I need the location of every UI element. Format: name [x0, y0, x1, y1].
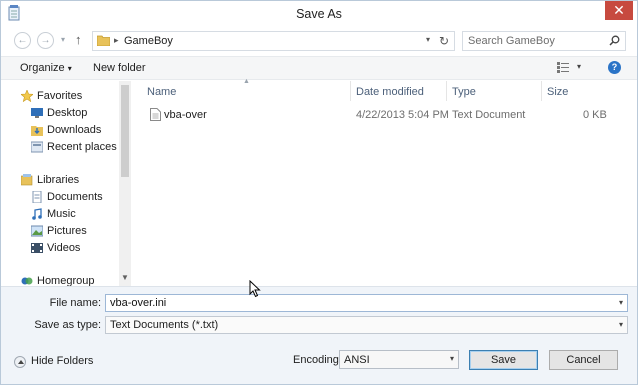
refresh-icon[interactable]: ↻ [439, 34, 449, 48]
organize-label: Organize [20, 62, 65, 74]
scrollbar-thumb[interactable] [121, 85, 129, 177]
column-header-name[interactable]: Name [147, 86, 176, 98]
date-modified-cell: 4/22/2013 5:04 PM [356, 109, 449, 121]
nav-item-label: Documents [47, 191, 103, 203]
sort-ascending-icon: ▲ [243, 78, 250, 85]
close-icon: ✕ [613, 2, 625, 18]
window-title: Save As [296, 7, 342, 21]
up-arrow-icon[interactable]: ↑ [75, 32, 82, 47]
star-icon [21, 90, 33, 102]
file-name-label: File name: [49, 297, 101, 309]
command-bar: Organize ▾ New folder ▾ ? [1, 56, 637, 80]
back-arrow-icon: ← [17, 35, 28, 46]
column-divider[interactable] [541, 81, 542, 101]
chevron-down-icon[interactable]: ▾ [619, 320, 623, 329]
cancel-button[interactable]: Cancel [549, 350, 618, 370]
nav-item-label: Recent places [47, 141, 117, 153]
forward-button[interactable]: → [37, 32, 54, 49]
column-divider[interactable] [350, 81, 351, 101]
folder-icon [97, 35, 110, 46]
breadcrumb-chevron-icon[interactable]: ▸ [114, 35, 119, 46]
mouse-cursor-icon [249, 280, 261, 298]
libraries-icon [21, 174, 33, 186]
table-row[interactable]: vba-over 4/22/2013 5:04 PM Text Document… [147, 106, 627, 124]
column-header-size[interactable]: Size [547, 86, 568, 98]
chevron-down-icon[interactable]: ▾ [450, 354, 454, 363]
navigation-pane: Favorites Desktop Downloads Recent place… [1, 81, 131, 286]
chevron-down-icon[interactable]: ▾ [619, 298, 623, 307]
search-input[interactable] [468, 34, 604, 48]
file-name-cell: vba-over [164, 109, 207, 121]
hide-folders-label: Hide Folders [31, 355, 94, 367]
type-cell: Text Document [452, 109, 526, 121]
search-icon[interactable] [609, 35, 620, 46]
nav-homegroup-label: Homegroup [37, 275, 95, 286]
videos-icon [31, 243, 43, 253]
back-button[interactable]: ← [14, 32, 31, 49]
navigation-scrollbar[interactable]: ▼ [119, 81, 131, 286]
file-name-field[interactable]: ▾ [105, 294, 628, 312]
address-dropdown-icon[interactable]: ▾ [426, 35, 430, 44]
nav-favorites-label: Favorites [37, 90, 83, 102]
music-icon [32, 208, 42, 220]
nav-item-label: Videos [47, 242, 81, 254]
homegroup-icon [21, 277, 33, 285]
file-name-input[interactable] [110, 296, 590, 310]
save-as-type-value: Text Documents (*.txt) [110, 319, 219, 331]
forward-arrow-icon: → [40, 35, 51, 46]
breadcrumb-gameboy[interactable]: GameBoy [124, 35, 173, 47]
pictures-icon [31, 225, 43, 237]
downloads-icon [31, 126, 43, 136]
new-folder-button[interactable]: New folder [93, 62, 146, 74]
organize-button[interactable]: Organize ▾ [20, 62, 72, 74]
nav-libraries-label: Libraries [37, 174, 80, 186]
save-as-type-label: Save as type: [34, 319, 101, 331]
column-divider[interactable] [446, 81, 447, 101]
save-button[interactable]: Save [469, 350, 538, 370]
encoding-label: Encoding: [293, 354, 342, 366]
collapse-icon [14, 356, 26, 368]
file-list: ▲ Name Date modified Type Size vba-over … [132, 78, 637, 286]
view-dropdown-icon[interactable]: ▾ [577, 62, 581, 71]
save-options-panel: File name: ▾ Save as type: Text Document… [1, 286, 637, 384]
search-box[interactable] [462, 31, 626, 51]
chevron-down-icon: ▾ [67, 64, 72, 73]
address-bar[interactable]: ▸ GameBoy ▾ ↻ [92, 31, 455, 51]
title-bar: Save As ✕ [1, 1, 637, 28]
scroll-down-icon[interactable]: ▼ [121, 273, 129, 282]
address-row: ← → ▾ ↑ ▸ GameBoy ▾ ↻ [1, 28, 637, 53]
save-as-dialog: Save As ✕ ← → ▾ ↑ ▸ GameBoy ▾ ↻ Organize… [0, 0, 638, 385]
save-as-type-select[interactable]: Text Documents (*.txt) ▾ [105, 316, 628, 334]
close-button[interactable]: ✕ [605, 1, 633, 20]
recent-locations-dropdown-icon[interactable]: ▾ [61, 35, 65, 44]
nav-item-label: Downloads [47, 124, 102, 136]
size-cell: 0 KB [583, 109, 607, 121]
recent-places-icon [31, 141, 43, 153]
column-header-type[interactable]: Type [452, 86, 476, 98]
documents-icon [32, 191, 42, 203]
encoding-select[interactable]: ANSI ▾ [339, 350, 459, 369]
desktop-icon [31, 108, 43, 118]
nav-item-label: Pictures [47, 225, 87, 237]
help-icon[interactable]: ? [608, 61, 621, 74]
view-options-icon[interactable] [557, 62, 569, 73]
encoding-value: ANSI [344, 354, 370, 366]
column-header-date-modified[interactable]: Date modified [356, 86, 424, 98]
text-document-icon [150, 108, 161, 121]
nav-item-label: Desktop [47, 107, 88, 119]
nav-item-label: Music [47, 208, 76, 220]
